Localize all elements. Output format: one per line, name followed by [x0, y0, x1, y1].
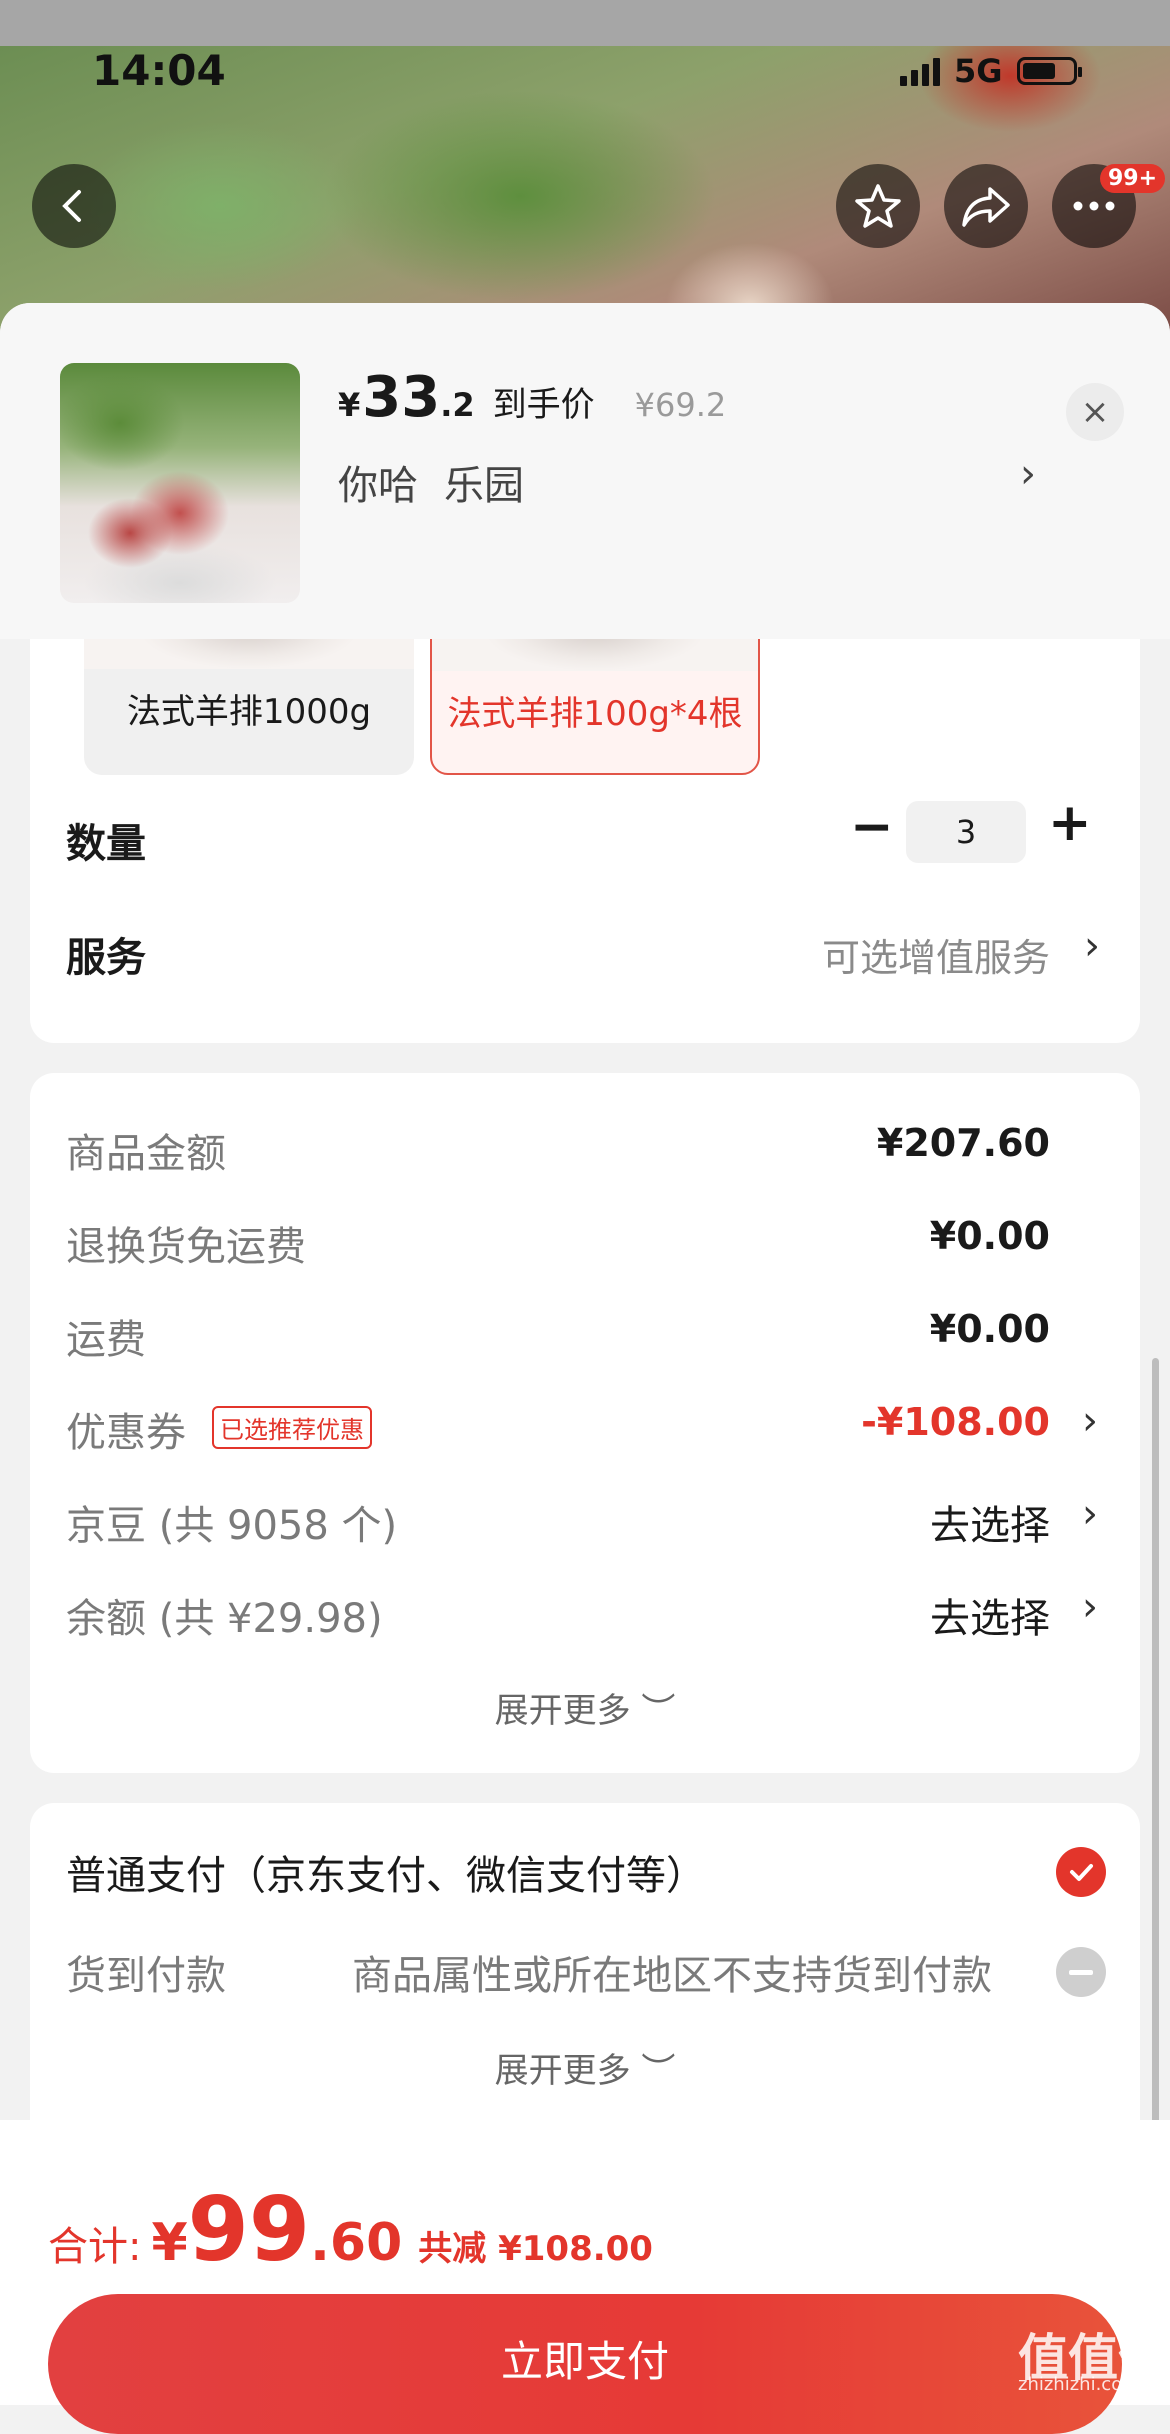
payment-option-normal[interactable]: 普通支付（京东支付、微信支付等）: [66, 1843, 706, 1901]
fee-label: 优惠券: [66, 1410, 186, 1456]
chevron-right-icon[interactable]: ›: [1082, 1584, 1098, 1630]
status-time: 14:04: [92, 46, 226, 95]
fee-row-coupon[interactable]: 优惠券 已选推荐优惠 -¥108.00 ›: [66, 1398, 1104, 1460]
total-decimal: .60: [310, 2213, 403, 2273]
payment-cod-note: 商品属性或所在地区不支持货到付款: [352, 1953, 992, 1999]
fee-card: 商品金额 ¥207.60 退换货免运费 ¥0.00 运费 ¥0.00 优惠券 已…: [30, 1073, 1140, 1773]
watermark-domain: zhizhizhi.com: [1018, 2374, 1140, 2395]
service-value[interactable]: 可选增值服务: [822, 927, 1050, 982]
back-button[interactable]: [32, 164, 116, 248]
expand-more-fees-button[interactable]: 展开更多 ︶: [30, 1683, 1140, 1732]
quantity-decrement-button[interactable]: −: [850, 797, 894, 857]
fee-row-balance[interactable]: 余额 (共 ¥29.98) 去选择 ›: [66, 1584, 1104, 1646]
total-integer: 99: [187, 2178, 311, 2281]
fee-row-jingdou[interactable]: 京豆 (共 9058 个) 去选择 ›: [66, 1491, 1104, 1553]
checkmark-icon[interactable]: [1056, 1847, 1106, 1897]
star-icon: [855, 184, 901, 228]
fee-label: 运费: [66, 1317, 146, 1363]
payment-card: 普通支付（京东支付、微信支付等） 货到付款 商品属性或所在地区不支持货到付款 展…: [30, 1803, 1140, 2133]
coupon-discount-value: -¥108.00: [861, 1400, 1050, 1444]
chevron-right-icon[interactable]: ›: [1082, 1491, 1098, 1537]
total-saving: 共减 ¥108.00: [418, 2229, 653, 2269]
network-type: 5G: [954, 52, 1003, 90]
fee-label: 京豆 (共 9058 个): [66, 1503, 398, 1549]
fee-row-shipping: 运费 ¥0.00: [66, 1307, 1104, 1367]
chevron-right-icon[interactable]: ›: [1082, 1398, 1098, 1444]
fee-value: ¥0.00: [929, 1307, 1050, 1351]
fee-select-value: 去选择: [930, 1596, 1050, 1642]
total-label: 合计:: [48, 2224, 142, 2270]
spec-option-label: 法式羊排1000g: [126, 692, 372, 732]
quantity-label: 数量: [66, 821, 146, 867]
address-part-1: 你哈: [338, 463, 418, 509]
close-button[interactable]: ×: [1066, 383, 1124, 441]
product-header: ¥ 33 .2 到手价 ¥69.2 你哈 乐园 › ×: [0, 303, 1170, 639]
address-part-2: 乐园: [444, 463, 524, 509]
chevron-right-icon[interactable]: ›: [1020, 451, 1036, 497]
checkout-footer: 合计: ¥ 99 .60 共减 ¥108.00 立即支付: [0, 2120, 1170, 2434]
quantity-increment-button[interactable]: +: [1048, 793, 1092, 853]
address-selector[interactable]: 你哈 乐园: [338, 453, 550, 511]
status-bar-background: [0, 0, 1170, 46]
payment-option-cod: 货到付款: [66, 1953, 226, 1999]
fee-value: ¥0.00: [929, 1214, 1050, 1258]
back-arrow-icon: [62, 190, 81, 222]
fee-label: 余额 (共 ¥29.98): [66, 1596, 383, 1642]
message-badge: 99+: [1100, 164, 1166, 193]
disabled-icon: [1056, 1947, 1106, 1997]
price-integer: 33: [362, 365, 441, 430]
fee-select-value: 去选择: [930, 1503, 1050, 1549]
coupon-tag: 已选推荐优惠: [212, 1406, 372, 1449]
service-label: 服务: [66, 935, 146, 981]
share-button[interactable]: [944, 164, 1028, 248]
favorite-button[interactable]: [836, 164, 920, 248]
total-amount: 合计: ¥ 99 .60 共减 ¥108.00: [48, 2178, 653, 2281]
price-yen: ¥: [338, 386, 361, 424]
fee-row-return-shipping: 退换货免运费 ¥0.00: [66, 1214, 1104, 1274]
price-decimal: .2: [440, 386, 475, 424]
fee-label: 退换货免运费: [66, 1224, 306, 1270]
expand-more-payment-button[interactable]: 展开更多 ︶: [30, 2043, 1140, 2092]
share-icon: [962, 187, 1010, 227]
price-tag: 到手价: [492, 385, 595, 425]
product-thumbnail: [60, 363, 300, 603]
battery-icon: [1016, 57, 1082, 85]
signal-icon: [900, 56, 940, 86]
status-indicators: 5G: [900, 52, 1082, 90]
spec-option-label: 法式羊排100g*4根: [447, 694, 743, 734]
fee-label: 商品金额: [66, 1131, 226, 1177]
price-line: ¥ 33 .2 到手价 ¥69.2: [338, 365, 726, 430]
fee-value: ¥207.60: [876, 1121, 1050, 1165]
quantity-input[interactable]: 3: [906, 801, 1026, 863]
original-price: ¥69.2: [634, 386, 727, 424]
order-sheet: ¥ 33 .2 到手价 ¥69.2 你哈 乐园 › × 法式羊排1000g 法式羊…: [0, 303, 1170, 2405]
fee-row-subtotal: 商品金额 ¥207.60: [66, 1121, 1104, 1181]
scrollbar[interactable]: [1152, 1358, 1159, 2213]
chevron-right-icon[interactable]: ›: [1084, 923, 1100, 969]
more-dots-icon: [1073, 201, 1115, 211]
total-yen: ¥: [151, 2213, 188, 2273]
pay-now-button[interactable]: 立即支付: [48, 2294, 1122, 2434]
